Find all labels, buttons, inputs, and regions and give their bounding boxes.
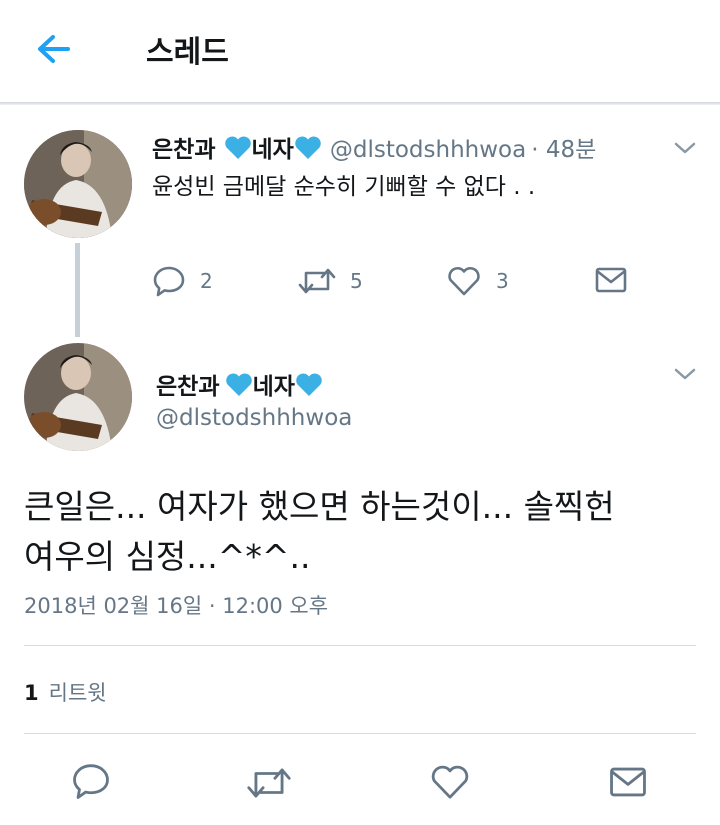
divider [24, 733, 696, 734]
avatar[interactable] [24, 130, 132, 238]
name-text: 네자 [252, 374, 295, 400]
reply-button[interactable]: 2 [152, 265, 213, 297]
user-handle[interactable]: @dlstodshhhwoa [156, 405, 352, 431]
heart-outline-icon [448, 267, 480, 296]
blue-heart-icon [225, 373, 252, 396]
header-divider [0, 102, 720, 105]
heart-outline-icon[interactable] [429, 763, 471, 801]
top-bar: 스레드 [0, 0, 720, 102]
retweet-stat-label: 리트윗 [48, 681, 107, 705]
retweet-button[interactable]: 5 [298, 265, 363, 297]
thread-connector [75, 243, 80, 337]
envelope-icon[interactable] [608, 764, 648, 800]
user-handle[interactable]: @dlstodshhhwoa [330, 137, 526, 163]
blue-heart-icon [296, 373, 322, 396]
blue-heart-icon [295, 136, 321, 159]
reply-icon[interactable] [71, 762, 111, 800]
envelope-icon [595, 267, 627, 293]
name-text: 네자 [251, 137, 294, 163]
message-button[interactable] [594, 265, 628, 295]
retweet-icon [298, 268, 336, 294]
display-name[interactable]: 은찬과 네자 [152, 136, 330, 163]
like-count: 3 [496, 269, 509, 293]
avatar-photo [24, 343, 132, 451]
retweet-stat-count: 1 [24, 681, 39, 705]
back-button[interactable] [30, 30, 80, 70]
name-text: 은찬과 [152, 137, 216, 163]
tweet-time: · 48분 [531, 137, 597, 163]
reply-count: 2 [200, 269, 213, 293]
tweet-text-line: 여우의 심정...^*^.. [24, 537, 311, 576]
retweet-count: 5 [350, 269, 363, 293]
reply-icon [153, 266, 185, 297]
avatar-photo [24, 130, 132, 238]
chevron-down-icon[interactable] [673, 140, 697, 156]
like-button[interactable]: 3 [446, 265, 509, 297]
tweet-text: 큰일은... 여자가 했으면 하는것이... 솔찍헌 여우의 심정...^*^.… [24, 482, 714, 582]
tweet-text-line: 큰일은... 여자가 했으면 하는것이... 솔찍헌 [24, 487, 615, 526]
arrow-left-icon [38, 35, 70, 63]
avatar[interactable] [24, 343, 132, 451]
tweet-text: 윤성빈 금메달 순수히 기뻐할 수 없다 . . [152, 174, 536, 200]
chevron-down-icon[interactable] [673, 366, 697, 382]
name-text: 은찬과 [156, 374, 220, 400]
page-title: 스레드 [146, 35, 229, 70]
retweet-stats[interactable]: 1 리트윗 [24, 677, 107, 707]
display-name[interactable]: 은찬과 네자 [156, 367, 323, 401]
blue-heart-icon [224, 136, 251, 159]
tweet-timestamp: 2018년 02월 16일 · 12:00 오후 [24, 594, 329, 618]
retweet-icon[interactable] [246, 764, 292, 802]
divider [24, 645, 696, 646]
tweet1-header: 은찬과 네자 @dlstodshhhwoa · 48분 [152, 130, 596, 164]
